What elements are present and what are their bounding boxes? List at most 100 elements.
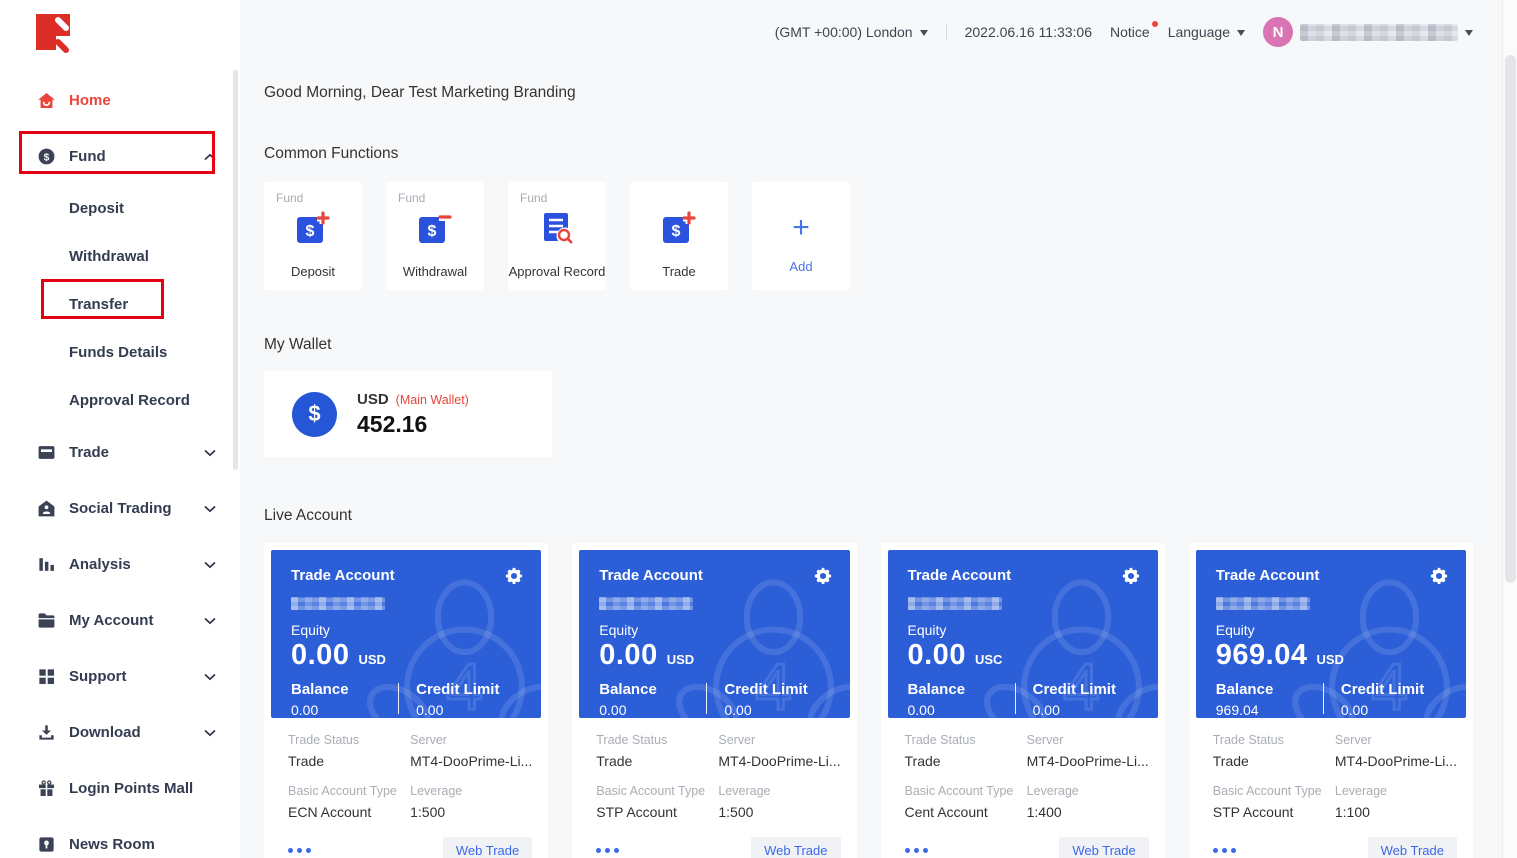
sidebar-item-fund[interactable]: $ Fund bbox=[0, 128, 240, 184]
leverage-value: 1:100 bbox=[1335, 804, 1457, 820]
wallet-text: USD (Main Wallet) 452.16 bbox=[357, 391, 469, 438]
account-card-info: Trade Status Trade Server MT4-DooPrime-L… bbox=[888, 733, 1158, 858]
server-label: Server bbox=[1027, 733, 1149, 747]
balance-value: 0.00 bbox=[291, 702, 398, 718]
equity-label: Equity bbox=[1216, 622, 1448, 638]
greeting-text: Good Morning, Dear Test Marketing Brandi… bbox=[264, 84, 1473, 102]
my-wallet-title: My Wallet bbox=[264, 336, 1473, 354]
language-selector[interactable]: Language bbox=[1168, 24, 1245, 40]
page-scrollbar[interactable] bbox=[1502, 0, 1517, 858]
user-name-redacted bbox=[1300, 24, 1458, 41]
chevron-up-icon bbox=[204, 148, 216, 165]
sidebar-item-label: Home bbox=[69, 92, 216, 109]
trade-status-label: Trade Status bbox=[905, 733, 1027, 747]
account-type-label: Basic Account Type bbox=[1213, 784, 1335, 798]
account-card-info: Trade Status Trade Server MT4-DooPrime-L… bbox=[271, 733, 541, 858]
sidebar-subitem-transfer[interactable]: Transfer bbox=[0, 280, 240, 328]
live-account-row: 4 Trade Account Equity 0.00 USD bbox=[264, 543, 1473, 858]
sidebar: Home $ Fund Deposit Withdrawal Transfer … bbox=[0, 0, 240, 858]
web-trade-button[interactable]: Web Trade bbox=[443, 837, 532, 858]
chevron-down-icon bbox=[204, 612, 216, 629]
server-value: MT4-DooPrime-Li... bbox=[718, 753, 840, 769]
web-trade-button[interactable]: Web Trade bbox=[1059, 837, 1148, 858]
sidebar-subitem-deposit[interactable]: Deposit bbox=[0, 184, 240, 232]
account-type-label: Basic Account Type bbox=[288, 784, 410, 798]
balance-label: Balance bbox=[599, 681, 706, 698]
function-card-trade[interactable]: $ Trade bbox=[630, 182, 728, 290]
wallet-balance: 452.16 bbox=[357, 411, 469, 438]
my-account-folder-icon bbox=[36, 610, 56, 630]
sidebar-item-support[interactable]: Support bbox=[0, 648, 240, 704]
sidebar-subitem-withdrawal[interactable]: Withdrawal bbox=[0, 232, 240, 280]
svg-text:$: $ bbox=[428, 223, 437, 240]
fund-dollar-circle-icon: $ bbox=[36, 146, 56, 166]
page-scrollbar-thumb[interactable] bbox=[1505, 55, 1516, 583]
sidebar-item-social-trading[interactable]: Social Trading bbox=[0, 480, 240, 536]
account-card-header: 4 Trade Account Equity 0.00 USC bbox=[888, 550, 1158, 718]
account-number-redacted bbox=[291, 597, 385, 610]
leverage-label: Leverage bbox=[410, 784, 532, 798]
support-grid-icon bbox=[36, 666, 56, 686]
function-card-approval-record[interactable]: Fund Approval Record bbox=[508, 182, 606, 290]
trade-status-value: Trade bbox=[596, 753, 718, 769]
common-functions-title: Common Functions bbox=[264, 145, 1473, 163]
add-label: Add bbox=[789, 259, 812, 274]
function-card-withdrawal[interactable]: Fund $ Withdrawal bbox=[386, 182, 484, 290]
more-dots-icon[interactable] bbox=[288, 844, 311, 857]
sidebar-item-analysis[interactable]: Analysis bbox=[0, 536, 240, 592]
balance-label: Balance bbox=[908, 681, 1015, 698]
subitem-label: Transfer bbox=[69, 296, 128, 313]
server-label: Server bbox=[718, 733, 840, 747]
balance-label: Balance bbox=[1216, 681, 1323, 698]
topbar: (GMT +00:00) London 2022.06.16 11:33:06 … bbox=[264, 0, 1473, 64]
sidebar-scrollbar-thumb[interactable] bbox=[233, 70, 238, 470]
more-dots-icon[interactable] bbox=[1213, 844, 1236, 857]
more-dots-icon[interactable] bbox=[596, 844, 619, 857]
more-dots-icon[interactable] bbox=[905, 844, 928, 857]
fund-submenu: Deposit Withdrawal Transfer Funds Detail… bbox=[0, 184, 240, 424]
gear-icon[interactable] bbox=[505, 567, 523, 590]
news-room-pin-icon bbox=[36, 834, 56, 854]
web-trade-button[interactable]: Web Trade bbox=[751, 837, 840, 858]
equity-value: 0.00 bbox=[908, 639, 966, 672]
notice-link[interactable]: Notice bbox=[1110, 24, 1150, 40]
sidebar-item-home[interactable]: Home bbox=[0, 72, 240, 128]
chevron-down-icon bbox=[204, 444, 216, 461]
account-type-value: Cent Account bbox=[905, 804, 1027, 820]
sidebar-subitem-funds-details[interactable]: Funds Details bbox=[0, 328, 240, 376]
web-trade-button[interactable]: Web Trade bbox=[1368, 837, 1457, 858]
account-card-header: 4 Trade Account Equity 0.00 USD bbox=[579, 550, 849, 718]
sidebar-item-label: Fund bbox=[69, 148, 204, 165]
sidebar-item-news-room[interactable]: News Room bbox=[0, 816, 240, 858]
sidebar-item-trade[interactable]: Trade bbox=[0, 424, 240, 480]
trade-status-value: Trade bbox=[288, 753, 410, 769]
sidebar-subitem-approval-record[interactable]: Approval Record bbox=[0, 376, 240, 424]
gear-icon[interactable] bbox=[814, 567, 832, 590]
server-value: MT4-DooPrime-Li... bbox=[1027, 753, 1149, 769]
function-card-deposit[interactable]: Fund $ Deposit bbox=[264, 182, 362, 290]
sidebar-item-my-account[interactable]: My Account bbox=[0, 592, 240, 648]
wallet-card[interactable]: $ USD (Main Wallet) 452.16 bbox=[264, 371, 552, 457]
sidebar-item-label: My Account bbox=[69, 612, 204, 629]
sidebar-item-login-points-mall[interactable]: Login Points Mall bbox=[0, 760, 240, 816]
avatar: N bbox=[1263, 17, 1293, 47]
approval-doc-search-icon bbox=[508, 208, 606, 248]
common-functions-row: Fund $ Deposit Fund $ bbox=[264, 182, 1473, 290]
chevron-down-icon bbox=[204, 668, 216, 685]
gear-icon[interactable] bbox=[1430, 567, 1448, 590]
account-card-title: Trade Account bbox=[291, 567, 395, 584]
sidebar-item-download[interactable]: Download bbox=[0, 704, 240, 760]
timezone-label: (GMT +00:00) London bbox=[775, 24, 913, 40]
add-function-card[interactable]: + Add bbox=[752, 182, 850, 290]
trade-status-label: Trade Status bbox=[288, 733, 410, 747]
gear-icon[interactable] bbox=[1122, 567, 1140, 590]
user-menu[interactable]: N bbox=[1263, 17, 1473, 47]
credit-limit-label: Credit Limit bbox=[416, 681, 523, 698]
function-card-category: Fund bbox=[398, 191, 425, 205]
sidebar-menu: Home $ Fund Deposit Withdrawal Transfer … bbox=[0, 72, 240, 858]
balance-value: 0.00 bbox=[599, 702, 706, 718]
timezone-selector[interactable]: (GMT +00:00) London bbox=[775, 24, 928, 40]
equity-value: 0.00 bbox=[599, 639, 657, 672]
brand-logo-icon[interactable] bbox=[32, 12, 80, 60]
server-label: Server bbox=[1335, 733, 1457, 747]
